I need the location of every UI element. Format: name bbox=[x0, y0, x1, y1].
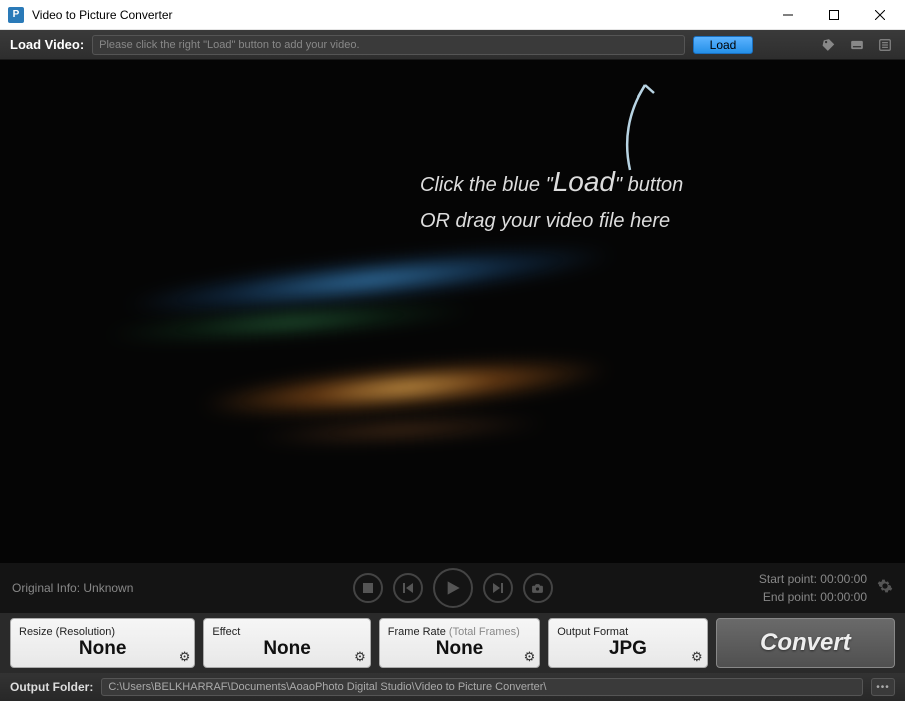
output-folder-path[interactable]: C:\Users\BELKHARRAF\Documents\AoaoPhoto … bbox=[101, 678, 863, 696]
frame-rate-value: None bbox=[388, 638, 531, 660]
subtitle-icon[interactable] bbox=[847, 35, 867, 55]
output-format-label: Output Format bbox=[557, 626, 698, 638]
output-folder-bar: Output Folder: C:\Users\BELKHARRAF\Docum… bbox=[0, 673, 905, 701]
resize-setting[interactable]: Resize (Resolution) None ⚙ bbox=[10, 618, 195, 668]
app-icon bbox=[8, 7, 24, 23]
close-button[interactable] bbox=[857, 0, 903, 30]
prev-frame-button[interactable] bbox=[393, 573, 423, 603]
decorative-streak bbox=[179, 345, 631, 429]
list-icon[interactable] bbox=[875, 35, 895, 55]
app-body: Load Video: Please click the right "Load… bbox=[0, 30, 905, 701]
window-title: Video to Picture Converter bbox=[32, 8, 765, 22]
frame-rate-label: Frame Rate (Total Frames) bbox=[388, 626, 531, 638]
load-video-label: Load Video: bbox=[10, 37, 84, 52]
video-path-input[interactable]: Please click the right "Load" button to … bbox=[92, 35, 685, 55]
effect-value: None bbox=[212, 638, 361, 660]
next-frame-button[interactable] bbox=[483, 573, 513, 603]
window-titlebar: Video to Picture Converter bbox=[0, 0, 905, 30]
drop-hint-text: Click the blue "Load" button OR drag you… bbox=[420, 160, 683, 237]
effect-label: Effect bbox=[212, 626, 361, 638]
output-format-value: JPG bbox=[557, 638, 698, 660]
play-button[interactable] bbox=[433, 568, 473, 608]
output-folder-label: Output Folder: bbox=[10, 680, 93, 694]
load-video-bar: Load Video: Please click the right "Load… bbox=[0, 30, 905, 60]
settings-bar: Resize (Resolution) None ⚙ Effect None ⚙… bbox=[0, 613, 905, 673]
resize-value: None bbox=[19, 638, 186, 660]
playback-controls bbox=[353, 568, 553, 608]
browse-folder-button[interactable]: ••• bbox=[871, 678, 895, 696]
tag-icon[interactable] bbox=[819, 35, 839, 55]
trim-points: Start point: 00:00:00 End point: 00:00:0… bbox=[759, 570, 893, 606]
decorative-streak bbox=[250, 412, 551, 448]
video-path-placeholder: Please click the right "Load" button to … bbox=[99, 39, 359, 51]
window-controls bbox=[765, 0, 903, 30]
gear-icon: ⚙ bbox=[354, 649, 366, 665]
maximize-button[interactable] bbox=[811, 0, 857, 30]
original-info-label: Original Info: Unknown bbox=[12, 581, 133, 595]
load-button[interactable]: Load bbox=[693, 36, 753, 54]
frame-rate-setting[interactable]: Frame Rate (Total Frames) None ⚙ bbox=[379, 618, 540, 668]
gear-icon: ⚙ bbox=[524, 649, 536, 665]
snapshot-button[interactable] bbox=[523, 573, 553, 603]
gear-icon: ⚙ bbox=[179, 649, 191, 665]
video-preview-area[interactable]: Click the blue "Load" button OR drag you… bbox=[0, 60, 905, 563]
start-point-label: Start point: 00:00:00 bbox=[759, 570, 867, 588]
convert-button[interactable]: Convert bbox=[716, 618, 895, 668]
trim-settings-gear-icon[interactable] bbox=[877, 578, 893, 599]
effect-setting[interactable]: Effect None ⚙ bbox=[203, 618, 370, 668]
end-point-label: End point: 00:00:00 bbox=[759, 588, 867, 606]
output-format-setting[interactable]: Output Format JPG ⚙ bbox=[548, 618, 707, 668]
stop-button[interactable] bbox=[353, 573, 383, 603]
resize-label: Resize (Resolution) bbox=[19, 626, 186, 638]
player-controls-bar: Original Info: Unknown Start point: 00:0… bbox=[0, 563, 905, 613]
gear-icon: ⚙ bbox=[691, 649, 703, 665]
minimize-button[interactable] bbox=[765, 0, 811, 30]
